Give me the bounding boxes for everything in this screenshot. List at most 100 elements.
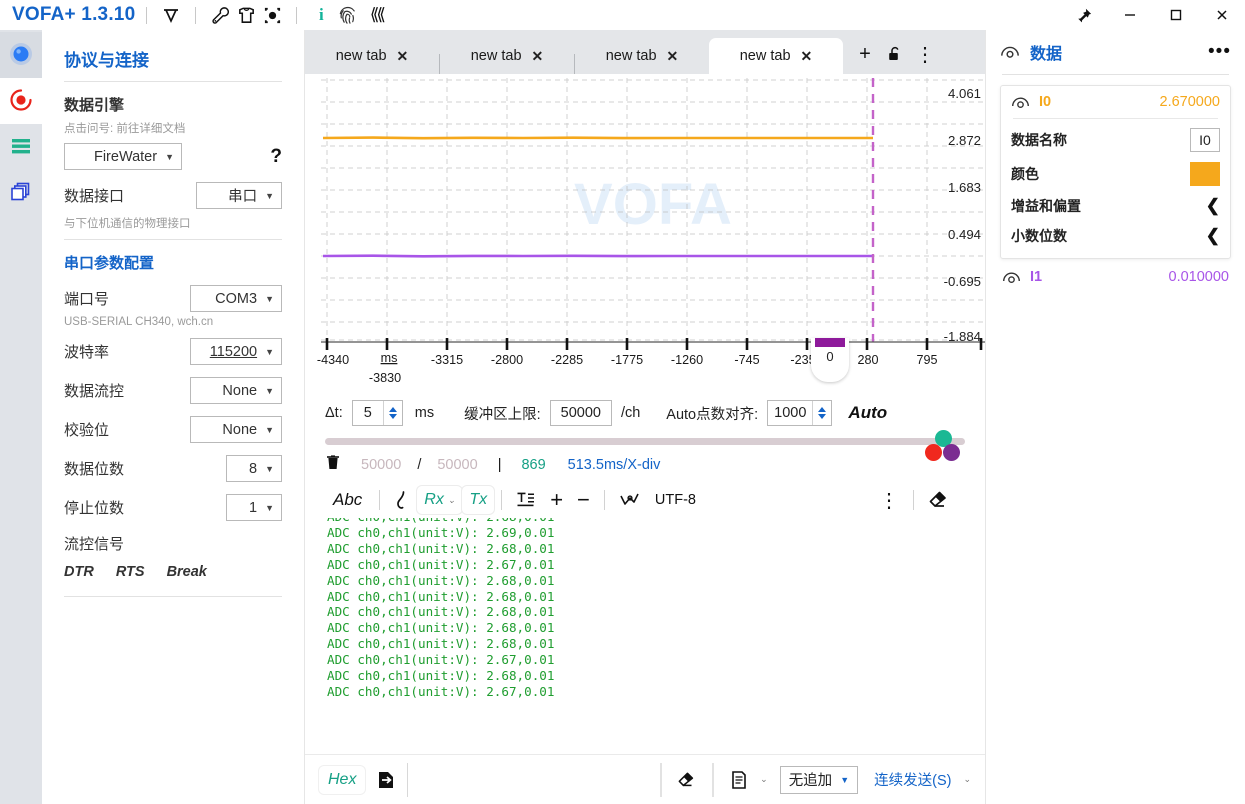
chevron-left-icon[interactable]: ❮ (1206, 226, 1220, 245)
zoom-in-button[interactable]: + (543, 486, 570, 514)
slider-knob-red[interactable] (925, 444, 942, 461)
eraser-icon[interactable] (672, 765, 702, 795)
channel-row-I1[interactable]: I1 0.010000 (1000, 259, 1231, 285)
rail-item-connection[interactable] (0, 32, 42, 78)
dt-arrows[interactable] (382, 401, 402, 425)
font-button[interactable]: Abc (323, 486, 372, 514)
red-record-icon (8, 87, 34, 116)
baud-select[interactable]: 115200 ▼ (190, 338, 282, 365)
chevron-down-icon[interactable]: ⌄ (963, 774, 971, 785)
slider-knob-purple[interactable] (943, 444, 960, 461)
send-input[interactable] (407, 762, 651, 797)
zoom-out-button[interactable]: − (570, 486, 597, 514)
shirt-icon[interactable] (233, 2, 259, 28)
collapse-left-icon[interactable]: ⟪⟪ (363, 2, 389, 28)
channel-card-I0[interactable]: I0 2.670000 数据名称 I0 颜色 增益和偏置 ❮ 小数位数 ❮ (1000, 85, 1231, 259)
eye-icon[interactable] (1000, 44, 1020, 60)
dt-label: Δt: (325, 405, 343, 421)
buffer-slider[interactable] (305, 428, 985, 461)
slider-track[interactable] (325, 438, 965, 445)
tab-2[interactable]: new tab ✕ (440, 38, 574, 74)
unlock-icon[interactable] (881, 40, 909, 68)
info-icon[interactable]: i (308, 2, 334, 28)
data-interface-label: 数据接口 (64, 188, 125, 205)
color-swatch[interactable] (1190, 162, 1220, 186)
waveform-icon[interactable] (612, 486, 648, 514)
rail-item-record[interactable] (0, 78, 42, 124)
data-engine-select[interactable]: FireWater ▼ (64, 143, 182, 170)
tab-3[interactable]: new tab ✕ (575, 38, 709, 74)
buffer-input[interactable]: 50000 (549, 400, 612, 426)
data-interface-select[interactable]: 串口 ▼ (196, 182, 282, 209)
append-mode-select[interactable]: 无追加 ▼ (779, 765, 859, 794)
databits-select[interactable]: 8 ▼ (226, 455, 282, 482)
data-panel-menu[interactable]: ••• (1208, 41, 1231, 63)
terminal-line: ADC ch0,ch1(unit:V): 2.68,0.01 (327, 668, 555, 684)
break-button[interactable]: Break (167, 564, 207, 580)
tab-1[interactable]: new tab ✕ (305, 38, 439, 74)
terminal-menu-button[interactable]: ⋮ (872, 486, 906, 514)
dtr-button[interactable]: DTR (64, 564, 94, 580)
chevron-left-icon[interactable]: ❮ (1206, 196, 1220, 215)
target-icon[interactable] (259, 2, 285, 28)
auto-align-arrows[interactable] (812, 401, 831, 425)
tab-4[interactable]: new tab ✕ (709, 38, 843, 74)
auto-align-stepper[interactable]: 1000 (767, 400, 833, 426)
tab-close-icon[interactable]: ✕ (397, 48, 409, 65)
channel-name-I0: I0 (1039, 94, 1052, 110)
document-icon[interactable] (724, 765, 754, 795)
flow-signal-buttons: DTR RTS Break (64, 564, 282, 580)
port-select[interactable]: COM3 ▼ (190, 285, 282, 312)
slider-knobs (921, 426, 967, 461)
rx-toggle[interactable]: Rx ⌄ (417, 486, 463, 514)
rail-item-list[interactable] (0, 124, 42, 170)
pin-icon[interactable] (1061, 0, 1107, 30)
eraser-icon[interactable] (921, 486, 957, 514)
time-scale[interactable]: 513.5ms/X-div (568, 457, 661, 473)
fingerprint-icon[interactable] (334, 2, 360, 28)
dt-unit: ms (414, 405, 435, 421)
dt-stepper[interactable]: 5 (351, 400, 403, 426)
close-icon[interactable] (1199, 0, 1245, 30)
chart-cursor-handle[interactable]: 0 (811, 338, 849, 382)
stopbits-select[interactable]: 1 ▼ (226, 494, 282, 521)
logo-v-icon[interactable] (158, 2, 184, 28)
rts-button[interactable]: RTS (116, 564, 145, 580)
baud-value: 115200 (209, 343, 258, 360)
chevron-down-icon[interactable]: ⌄ (760, 774, 768, 785)
y-tick-label: -1.884 (943, 329, 981, 344)
wrench-icon[interactable] (207, 2, 233, 28)
help-button[interactable]: ? (270, 146, 282, 168)
add-tab-button[interactable]: + (851, 40, 879, 68)
eye-icon[interactable] (1011, 95, 1030, 110)
waveform-chart[interactable]: VOFA -4340 -3830 -3315 -2800 -2285 -1775… (305, 74, 985, 394)
text-format-icon[interactable] (509, 486, 543, 514)
channel-name-input[interactable]: I0 (1190, 128, 1220, 152)
trash-icon[interactable] (325, 453, 341, 476)
flowctl-select[interactable]: None ▼ (190, 377, 282, 404)
parity-label: 校验位 (64, 422, 110, 439)
auto-button[interactable]: Auto (848, 403, 887, 423)
import-file-icon[interactable] (371, 765, 401, 795)
field-decimals[interactable]: 小数位数 ❮ (1011, 226, 1220, 246)
tab-close-icon[interactable]: ✕ (532, 48, 544, 65)
minimize-icon[interactable] (1107, 0, 1153, 30)
tab-close-icon[interactable]: ✕ (667, 48, 679, 65)
send-button[interactable]: 连续发送(S) (874, 769, 951, 790)
svg-text:-2800: -2800 (491, 353, 523, 367)
tab-menu-button[interactable]: ⋮ (911, 40, 939, 68)
hex-toggle[interactable]: Hex (319, 765, 366, 794)
rail-item-windows[interactable] (0, 170, 42, 216)
maximize-icon[interactable] (1153, 0, 1199, 30)
encoding-label[interactable]: UTF-8 (648, 486, 703, 514)
field-gain-offset[interactable]: 增益和偏置 ❮ (1011, 196, 1220, 216)
tx-toggle[interactable]: Tx (462, 486, 495, 514)
hook-icon[interactable] (387, 486, 417, 514)
sample-count: 869 (521, 456, 546, 473)
tab-label: new tab (739, 48, 791, 64)
eye-icon[interactable] (1002, 270, 1021, 285)
parity-select[interactable]: None ▼ (190, 416, 282, 443)
panel-title: 协议与连接 (64, 51, 149, 70)
terminal-output[interactable]: ADC ch0,ch1(unit:V): 2.68,0.01 ADC ch0,c… (319, 518, 971, 754)
tab-close-icon[interactable]: ✕ (801, 48, 813, 65)
